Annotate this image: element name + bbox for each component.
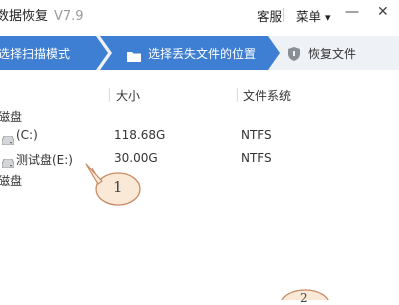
step-scan-mode[interactable]: 选择扫描模式 (0, 36, 108, 70)
column-header-filesystem[interactable]: 文件系统 (243, 87, 291, 104)
drive-size: 118.68G (114, 128, 166, 142)
step-recover-files[interactable]: 恢复文件 (284, 36, 399, 70)
drive-name: 测试盘(E:) (16, 153, 73, 167)
annotation-number: 1 (113, 178, 123, 196)
support-button[interactable]: 客服 (257, 6, 282, 25)
step-select-location[interactable]: 选择丢失文件的位置 (100, 36, 280, 70)
drive-name: (C:) (16, 128, 38, 142)
table-row[interactable]: 测试盘(E:) 30.00G NTFS (0, 147, 399, 171)
title-bar: 数据恢复 V7.9 客服 菜单 ▾ — ✕ (0, 0, 399, 30)
step-recover-files-label: 恢复文件 (308, 47, 357, 61)
group-label-disk: 磁盘 (0, 174, 23, 188)
close-button[interactable]: ✕ (377, 5, 389, 19)
shield-icon (288, 46, 300, 65)
drive-filesystem: NTFS (241, 151, 272, 165)
group-label-disk: 磁盘 (0, 110, 23, 124)
menu-button[interactable]: 菜单 ▾ (296, 6, 331, 25)
column-header-size[interactable]: 大小 (116, 87, 140, 104)
annotation-number: 2 (300, 291, 308, 305)
app-name: 数据恢复 (0, 9, 49, 24)
column-divider[interactable] (237, 88, 238, 102)
menu-label: 菜单 (296, 9, 322, 24)
app-title: 数据恢复 V7.9 (0, 5, 84, 24)
app-version: V7.9 (54, 9, 84, 24)
wizard-steps: 选择扫描模式 选择丢失文件的位置 恢复文件 (0, 36, 399, 70)
minimize-button[interactable]: — (345, 5, 359, 19)
disk-icon (1, 153, 15, 172)
folder-icon (127, 47, 141, 66)
step-scan-mode-label: 选择扫描模式 (0, 47, 71, 61)
chevron-down-icon: ▾ (325, 11, 331, 24)
titlebar-divider (283, 8, 284, 22)
table-row[interactable]: (C:) 118.68G NTFS (0, 124, 399, 148)
column-divider[interactable] (109, 88, 110, 102)
step-select-location-label: 选择丢失文件的位置 (148, 47, 257, 61)
annotation-callout (85, 163, 141, 206)
drive-filesystem: NTFS (241, 128, 272, 142)
